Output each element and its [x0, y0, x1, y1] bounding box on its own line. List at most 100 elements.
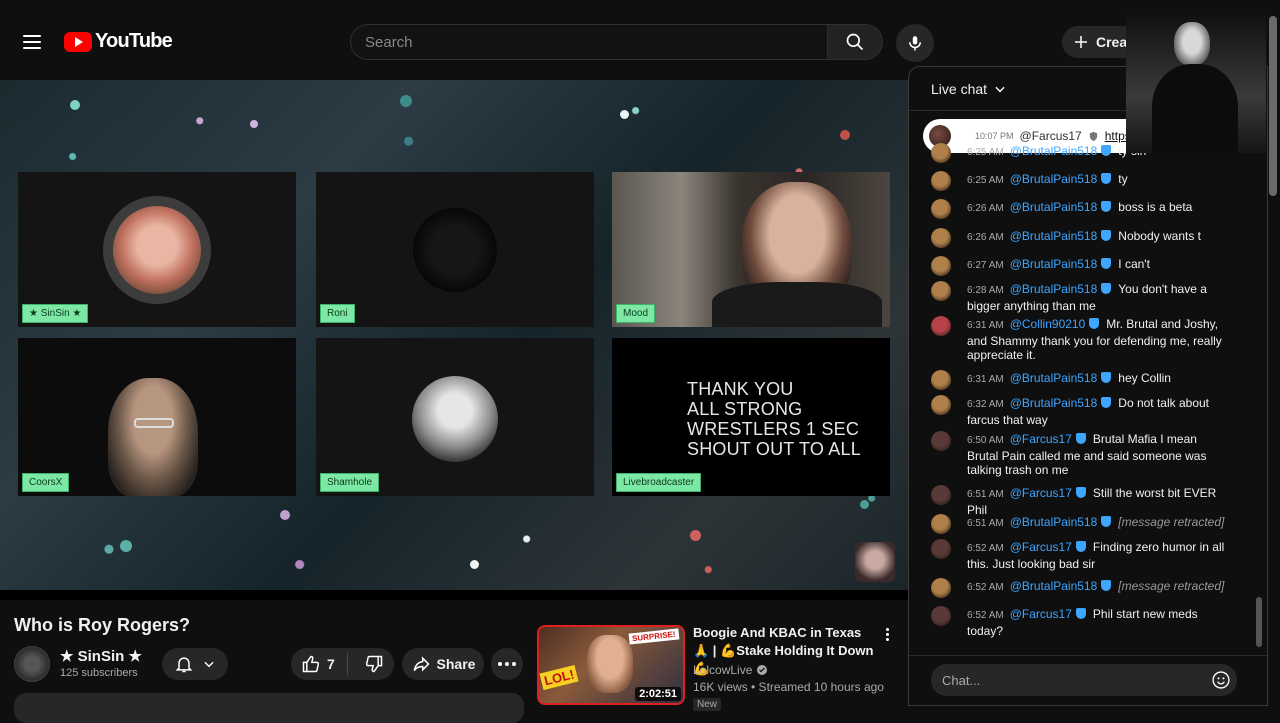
chat-timestamp: 6:25 AM — [967, 147, 1004, 158]
chat-text: hey Collin — [1118, 371, 1171, 385]
live-chat-mode-dropdown[interactable]: Live chat — [931, 81, 1007, 97]
emoji-icon[interactable] — [1211, 670, 1231, 690]
live-chat-panel: Live chat 10:07 PM @Farcus17 https:// 6:… — [908, 66, 1268, 706]
chat-author-avatar[interactable] — [931, 171, 951, 191]
webcam-shirt — [712, 282, 882, 327]
youtube-logo[interactable]: YouTube — [64, 30, 173, 53]
chat-message[interactable]: 6:51 AM @BrutalPain518 [message retracted] — [931, 514, 1231, 534]
participant-tile-shamhole: Shamhole — [316, 338, 594, 496]
chat-message[interactable]: 6:26 AM @BrutalPain518 boss is a beta — [931, 199, 1231, 219]
like-icon[interactable] — [301, 654, 321, 674]
chat-message[interactable]: 6:32 AM @BrutalPain518 Do not talk about f… — [931, 395, 1231, 427]
chat-author[interactable]: @BrutalPain518 — [1010, 282, 1098, 296]
verified-icon — [1101, 173, 1112, 184]
description-box[interactable] — [14, 693, 524, 723]
search-icon — [846, 33, 864, 51]
participant-tile-roni: Roni — [316, 172, 594, 327]
menu-button[interactable] — [18, 28, 46, 56]
more-icon-dot — [885, 632, 889, 636]
chat-author-avatar[interactable] — [931, 199, 951, 219]
chat-message[interactable]: 6:31 AM @BrutalPain518 hey Collin — [931, 370, 1231, 390]
chat-author[interactable]: @BrutalPain518 — [1010, 515, 1098, 529]
chat-message[interactable]: 6:52 AM @BrutalPain518 [message retracted] — [931, 578, 1231, 598]
chat-text: Still the worst bit EVER Phil — [967, 486, 1217, 517]
mini-video-overlay[interactable] — [1126, 14, 1266, 153]
search-button[interactable] — [827, 24, 883, 60]
recommended-video-channel[interactable]: LolcowLive — [693, 663, 768, 677]
glitter — [620, 110, 629, 119]
chat-author[interactable]: @BrutalPain518 — [1010, 229, 1098, 243]
chat-author[interactable]: @BrutalPain518 — [1010, 371, 1098, 385]
glitter — [400, 95, 412, 107]
chat-message[interactable]: 6:25 AM @BrutalPain518 ty — [931, 171, 1231, 191]
chat-author[interactable]: @Farcus17 — [1010, 486, 1072, 500]
chat-author-avatar[interactable] — [931, 370, 951, 390]
chat-message[interactable]: 6:26 AM @BrutalPain518 Nobody wants t — [931, 228, 1231, 248]
chat-message[interactable]: 6:28 AM @BrutalPain518 You don't have a bi… — [931, 281, 1231, 313]
page-scrollbar[interactable] — [1269, 16, 1277, 196]
chat-scrollbar[interactable] — [1256, 597, 1262, 647]
verified-icon — [1101, 230, 1112, 241]
chat-author[interactable]: @BrutalPain518 — [1010, 144, 1098, 158]
chat-author-avatar[interactable] — [931, 431, 951, 451]
chat-author[interactable]: @BrutalPain518 — [1010, 172, 1098, 186]
verified-icon — [1075, 433, 1086, 444]
chat-author-avatar[interactable] — [931, 578, 951, 598]
participant-tile-livebroadcaster: THANK YOU ALL STRONG WRESTLERS 1 SEC SHO… — [612, 338, 890, 496]
chat-message[interactable]: 6:51 AM @Farcus17 Still the worst bit EVER… — [931, 485, 1231, 517]
chat-author[interactable]: @Farcus17 — [1010, 607, 1072, 621]
overlay-body — [1152, 64, 1238, 153]
more-actions-button[interactable] — [491, 648, 523, 680]
chat-author-avatar[interactable] — [931, 316, 951, 336]
verified-icon — [1089, 318, 1100, 329]
recommended-video-meta: 16K views • Streamed 10 hours ago — [693, 680, 884, 694]
recommended-video-thumbnail[interactable]: SURPRISE! LOL! 2:02:51 — [537, 625, 685, 705]
chat-author-avatar[interactable] — [931, 514, 951, 534]
thumbnail-face — [587, 635, 633, 693]
chat-author-avatar[interactable] — [931, 143, 951, 163]
chat-timestamp: 6:52 AM — [967, 582, 1004, 593]
participant-tile-mood: Mood — [612, 172, 890, 327]
share-button[interactable]: Share — [402, 648, 484, 680]
chat-author[interactable]: @BrutalPain518 — [1010, 200, 1098, 214]
glitter — [70, 100, 80, 110]
chat-input[interactable] — [931, 664, 1237, 696]
glitter — [280, 510, 290, 520]
chat-text: boss is a beta — [1118, 200, 1193, 214]
chat-author[interactable]: @Collin90210 — [1010, 317, 1086, 331]
channel-name[interactable]: ★ SinSin ★ — [60, 647, 142, 665]
player-bottom-bar — [0, 590, 908, 600]
recommended-more-button[interactable] — [880, 624, 894, 644]
chat-author-avatar[interactable] — [931, 281, 951, 301]
chat-message[interactable]: 6:31 AM @Collin90210 Mr. Brutal and Joshy,… — [931, 316, 1231, 363]
chat-timestamp: 6:52 AM — [967, 610, 1004, 621]
chat-text: [message retracted] — [1118, 515, 1225, 529]
chat-author[interactable]: @BrutalPain518 — [1010, 257, 1098, 271]
chat-message[interactable]: 6:27 AM @BrutalPain518 I can't — [931, 256, 1231, 276]
chat-author[interactable]: @BrutalPain518 — [1010, 579, 1098, 593]
pinned-time: 10:07 PM — [975, 131, 1014, 141]
chat-author-avatar[interactable] — [931, 606, 951, 626]
chat-author-avatar[interactable] — [931, 539, 951, 559]
voice-search-button[interactable] — [896, 24, 934, 62]
chat-author-avatar[interactable] — [931, 395, 951, 415]
chat-author-avatar[interactable] — [931, 256, 951, 276]
chat-author[interactable]: @Farcus17 — [1010, 540, 1072, 554]
search-input[interactable] — [350, 24, 828, 60]
chat-message[interactable]: 6:52 AM @Farcus17 Phil start new meds toda… — [931, 606, 1231, 638]
notification-button[interactable] — [162, 648, 228, 680]
chat-author[interactable]: @BrutalPain518 — [1010, 396, 1098, 410]
new-badge: New — [693, 698, 722, 711]
pinned-author: @Farcus17 — [1019, 129, 1082, 143]
shoutout-line: SHOUT OUT TO ALL — [687, 439, 861, 459]
chat-author-avatar[interactable] — [931, 485, 951, 505]
chat-message[interactable]: 6:50 AM @Farcus17 Brutal Mafia I mean Brut… — [931, 431, 1231, 478]
chat-author[interactable]: @Farcus17 — [1010, 432, 1072, 446]
channel-avatar[interactable] — [14, 646, 50, 682]
participant-label: Roni — [320, 304, 355, 323]
verified-icon — [1075, 608, 1086, 619]
chat-author-avatar[interactable] — [931, 228, 951, 248]
chat-message[interactable]: 6:52 AM @Farcus17 Finding zero humor in al… — [931, 539, 1231, 571]
video-player[interactable]: ★ SinSin ★ Roni Mood CoorsX Shamhole THA… — [0, 80, 908, 590]
dislike-icon[interactable] — [364, 654, 384, 674]
